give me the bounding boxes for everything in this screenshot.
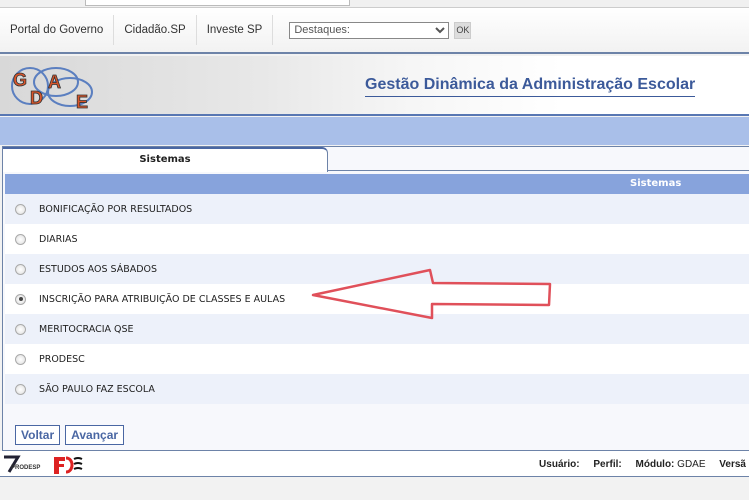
tab-sistemas[interactable]: Sistemas (3, 147, 328, 172)
system-label: ESTUDOS AOS SÁBADOS (39, 263, 158, 275)
system-label: SÃO PAULO FAZ ESCOLA (39, 383, 155, 395)
systems-panel: Sistemas Sistemas BONIFICAÇÃO POR RESULT… (2, 146, 749, 451)
menu-bar (0, 117, 749, 145)
system-row[interactable]: INSCRIÇÃO PARA ATRIBUIÇÃO DE CLASSES E A… (5, 284, 749, 314)
modulo-value: GDAE (677, 459, 706, 470)
browser-strip (0, 0, 749, 8)
radio-button-selected[interactable] (15, 293, 26, 305)
column-header-sistemas: Sistemas (630, 178, 682, 189)
modulo-label: Módulo: (635, 459, 675, 470)
radio-button[interactable] (15, 383, 26, 395)
prodesp-fde-logos: PRODESP (4, 455, 83, 474)
svg-text:E: E (76, 92, 88, 110)
system-row[interactable]: BONIFICAÇÃO POR RESULTADOS (5, 194, 749, 224)
gdae-logo: G D A E (11, 67, 93, 110)
system-label: DIARIAS (39, 233, 78, 245)
usuario-label: Usuário: (539, 459, 580, 470)
versao-label: Versã (719, 459, 746, 470)
svg-text:G: G (13, 70, 27, 90)
system-label: PRODESC (39, 353, 85, 365)
system-row[interactable]: MERITOCRACIA QSE (5, 314, 749, 344)
avancar-button[interactable]: Avançar (65, 425, 125, 445)
system-row[interactable]: PRODESC (5, 344, 749, 374)
system-label: MERITOCRACIA QSE (39, 323, 134, 335)
radio-button[interactable] (15, 353, 26, 365)
system-row[interactable]: ESTUDOS AOS SÁBADOS (5, 254, 749, 284)
destaques-select[interactable]: Destaques: (289, 21, 450, 39)
radio-button[interactable] (15, 233, 26, 245)
tab-divider (328, 170, 749, 171)
footer: PRODESP Usuário: Perfil: Módulo: GDAE Ve… (0, 451, 749, 477)
voltar-button[interactable]: Voltar (15, 425, 61, 445)
address-bar[interactable] (85, 0, 350, 6)
radio-button[interactable] (15, 263, 26, 275)
ok-button[interactable]: OK (454, 21, 472, 39)
link-cidadao-sp[interactable]: Cidadão.SP (114, 15, 197, 45)
page-title: Gestão Dinâmica da Administração Escolar (365, 76, 696, 97)
system-row[interactable]: SÃO PAULO FAZ ESCOLA (5, 374, 749, 404)
radio-button[interactable] (15, 203, 26, 215)
header-banner: G D A E Gestão Dinâmica da Administração… (0, 56, 749, 116)
perfil-label: Perfil: (593, 459, 622, 470)
svg-text:PRODESP: PRODESP (11, 465, 40, 471)
system-label: INSCRIÇÃO PARA ATRIBUIÇÃO DE CLASSES E A… (39, 293, 286, 305)
system-label: BONIFICAÇÃO POR RESULTADOS (39, 203, 193, 215)
gov-nav-bar: Portal do Governo Cidadão.SP Investe SP … (0, 8, 749, 54)
systems-list: BONIFICAÇÃO POR RESULTADOS DIARIAS ESTUD… (5, 194, 749, 404)
radio-button[interactable] (15, 323, 26, 335)
table-header: Sistemas (5, 174, 749, 194)
svg-text:A: A (48, 72, 61, 92)
link-investe-sp[interactable]: Investe SP (197, 15, 274, 45)
link-portal-governo[interactable]: Portal do Governo (0, 15, 115, 45)
system-row[interactable]: DIARIAS (5, 224, 749, 254)
svg-text:D: D (30, 88, 43, 108)
